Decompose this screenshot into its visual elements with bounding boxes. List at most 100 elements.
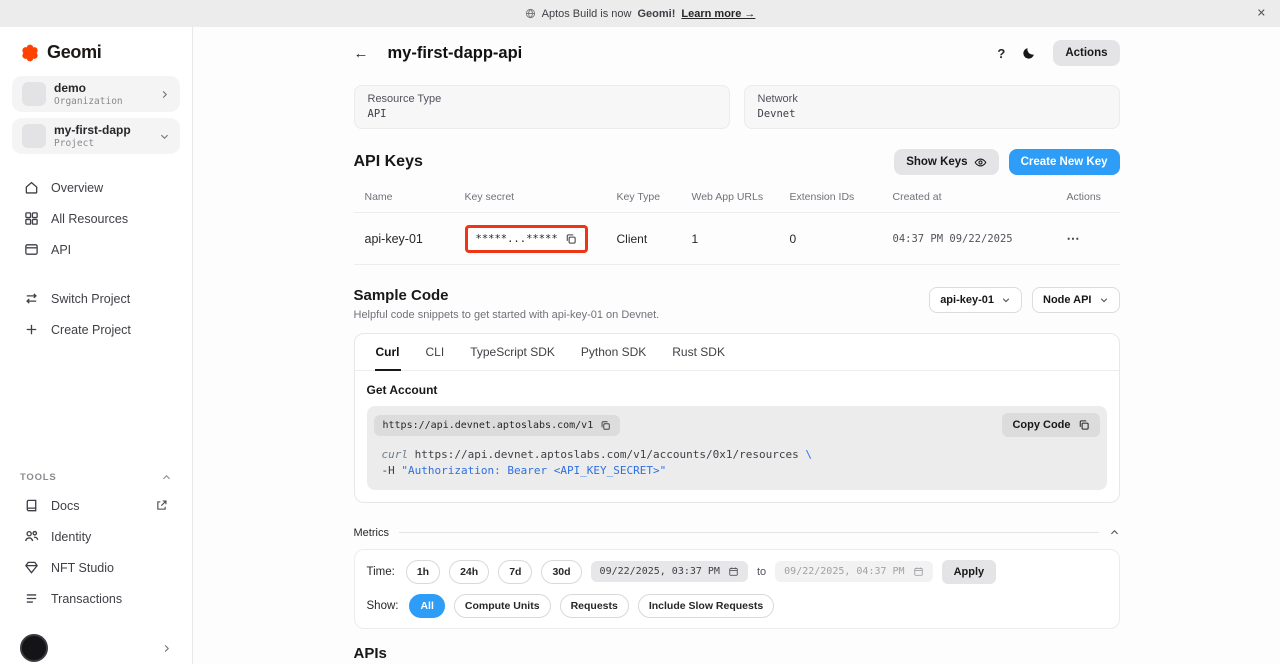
- dark-mode-icon[interactable]: [1022, 46, 1036, 60]
- range-7d-pill[interactable]: 7d: [498, 560, 532, 584]
- project-selector[interactable]: my-first-dapp Project: [12, 118, 180, 154]
- chevron-right-icon: [161, 643, 172, 654]
- range-30d-pill[interactable]: 30d: [541, 560, 581, 584]
- range-1h-pill[interactable]: 1h: [406, 560, 440, 584]
- column-header: Key secret: [465, 191, 617, 203]
- create-new-key-button[interactable]: Create New Key: [1009, 149, 1120, 175]
- to-datetime-input[interactable]: 09/22/2025, 04:37 PM: [775, 561, 932, 582]
- column-header: Extension IDs: [790, 191, 893, 203]
- org-name: demo: [54, 81, 123, 96]
- chevron-up-icon[interactable]: [1109, 527, 1120, 538]
- code-snippet: curl https://api.devnet.aptoslabs.com/v1…: [374, 437, 1100, 483]
- org-selector[interactable]: demo Organization: [12, 76, 180, 112]
- resource-type-card: Resource Type API: [354, 85, 730, 129]
- chevron-down-icon: [1001, 295, 1011, 305]
- sidebar-item-transactions[interactable]: Transactions: [0, 583, 192, 614]
- metrics-filter-panel: Time: 1h 24h 7d 30d 09/22/2025, 03:37 PM…: [354, 549, 1120, 629]
- column-header: Name: [365, 191, 465, 203]
- tools-label: TOOLS: [20, 472, 57, 483]
- key-secret-cell[interactable]: *****...*****: [465, 225, 588, 253]
- org-avatar: [22, 82, 46, 106]
- tab-typescript-sdk[interactable]: TypeScript SDK: [469, 334, 556, 371]
- sidebar-item-docs[interactable]: Docs: [0, 490, 192, 521]
- org-type-label: Organization: [54, 96, 123, 107]
- copy-code-button[interactable]: Copy Code: [1002, 413, 1099, 437]
- calendar-icon[interactable]: [913, 566, 924, 577]
- sidebar-item-identity[interactable]: Identity: [0, 521, 192, 552]
- sidebar-item-label: Switch Project: [51, 292, 130, 306]
- api-keys-title: API Keys: [354, 153, 423, 171]
- help-icon[interactable]: ?: [997, 46, 1005, 61]
- sidebar-item-switch-project[interactable]: Switch Project: [0, 283, 192, 314]
- show-requests-pill[interactable]: Requests: [560, 594, 629, 618]
- plus-icon: [24, 322, 39, 337]
- show-compute-units-pill[interactable]: Compute Units: [454, 594, 551, 618]
- list-icon: [24, 591, 39, 606]
- chevron-down-icon: [1099, 295, 1109, 305]
- tab-rust-sdk[interactable]: Rust SDK: [671, 334, 726, 371]
- range-24h-pill[interactable]: 24h: [449, 560, 489, 584]
- grid-icon: [24, 211, 39, 226]
- time-label: Time:: [367, 566, 395, 578]
- banner-close-icon[interactable]: ✕: [1257, 8, 1266, 19]
- api-select-dropdown[interactable]: Node API: [1032, 287, 1120, 313]
- book-icon: [24, 498, 39, 513]
- created-at-cell: 04:37 PM 09/22/2025: [893, 233, 1067, 245]
- project-avatar: [22, 124, 46, 148]
- chevron-up-icon: [161, 472, 172, 483]
- metrics-section-toggle[interactable]: Metrics: [354, 527, 1120, 539]
- chevron-right-icon: [159, 89, 170, 100]
- column-header: Key Type: [617, 191, 692, 203]
- info-card-value: Devnet: [758, 108, 1106, 120]
- tools-section-toggle[interactable]: TOOLS: [0, 467, 192, 488]
- include-slow-requests-pill[interactable]: Include Slow Requests: [638, 594, 774, 618]
- sidebar-item-all-resources[interactable]: All Resources: [0, 203, 192, 234]
- apis-title: APIs: [354, 645, 1120, 662]
- info-card-value: API: [368, 108, 716, 120]
- sidebar-item-create-project[interactable]: Create Project: [0, 314, 192, 345]
- show-label: Show:: [367, 600, 399, 612]
- api-keys-table: Name Key secret Key Type Web App URLs Ex…: [354, 183, 1120, 265]
- show-all-pill[interactable]: All: [409, 594, 444, 618]
- from-datetime-input[interactable]: 09/22/2025, 03:37 PM: [591, 561, 748, 582]
- calendar-icon[interactable]: [728, 566, 739, 577]
- row-actions-menu[interactable]: ⋯: [1067, 231, 1120, 247]
- extension-ids-cell: 0: [790, 232, 893, 246]
- copy-icon: [1078, 419, 1090, 431]
- code-tabs: Curl CLI TypeScript SDK Python SDK Rust …: [355, 334, 1119, 371]
- info-card-label: Resource Type: [368, 93, 716, 105]
- window-icon: [24, 242, 39, 257]
- switch-arrows-icon: [24, 291, 39, 306]
- banner-brand: Geomi!: [638, 8, 676, 20]
- show-keys-button[interactable]: Show Keys: [894, 149, 998, 175]
- table-row: api-key-01 *****...***** Client 1 0 04:3…: [354, 213, 1120, 265]
- network-card: Network Devnet: [744, 85, 1120, 129]
- banner-text: Aptos Build is now: [542, 8, 632, 20]
- apply-button[interactable]: Apply: [942, 560, 997, 584]
- tab-curl[interactable]: Curl: [375, 334, 401, 371]
- sidebar-item-label: Create Project: [51, 323, 131, 337]
- key-select-dropdown[interactable]: api-key-01: [929, 287, 1022, 313]
- endpoint-pill[interactable]: https://api.devnet.aptoslabs.com/v1: [374, 415, 621, 436]
- copy-icon[interactable]: [600, 420, 611, 431]
- sidebar-item-label: NFT Studio: [51, 561, 114, 575]
- back-button[interactable]: ←: [354, 45, 369, 62]
- sidebar: Geomi demo Organization my-first-dapp Pr…: [0, 27, 193, 664]
- sidebar-item-overview[interactable]: Overview: [0, 172, 192, 203]
- sample-code-card: Curl CLI TypeScript SDK Python SDK Rust …: [354, 333, 1120, 503]
- user-account-row[interactable]: [0, 620, 192, 664]
- sidebar-item-label: API: [51, 243, 71, 257]
- tab-python-sdk[interactable]: Python SDK: [580, 334, 647, 371]
- sidebar-item-nft-studio[interactable]: NFT Studio: [0, 552, 192, 583]
- sample-code-title: Sample Code: [354, 287, 660, 304]
- main-panel: ← my-first-dapp-api ? Actions Resource T…: [193, 27, 1280, 664]
- external-link-icon: [155, 499, 168, 512]
- home-icon: [24, 180, 39, 195]
- eye-icon: [974, 156, 987, 169]
- copy-icon[interactable]: [565, 233, 577, 245]
- tab-cli[interactable]: CLI: [425, 334, 446, 371]
- actions-button[interactable]: Actions: [1053, 40, 1119, 66]
- sidebar-item-api[interactable]: API: [0, 234, 192, 265]
- banner-learn-more-link[interactable]: Learn more →: [681, 8, 755, 20]
- project-name: my-first-dapp: [54, 123, 131, 138]
